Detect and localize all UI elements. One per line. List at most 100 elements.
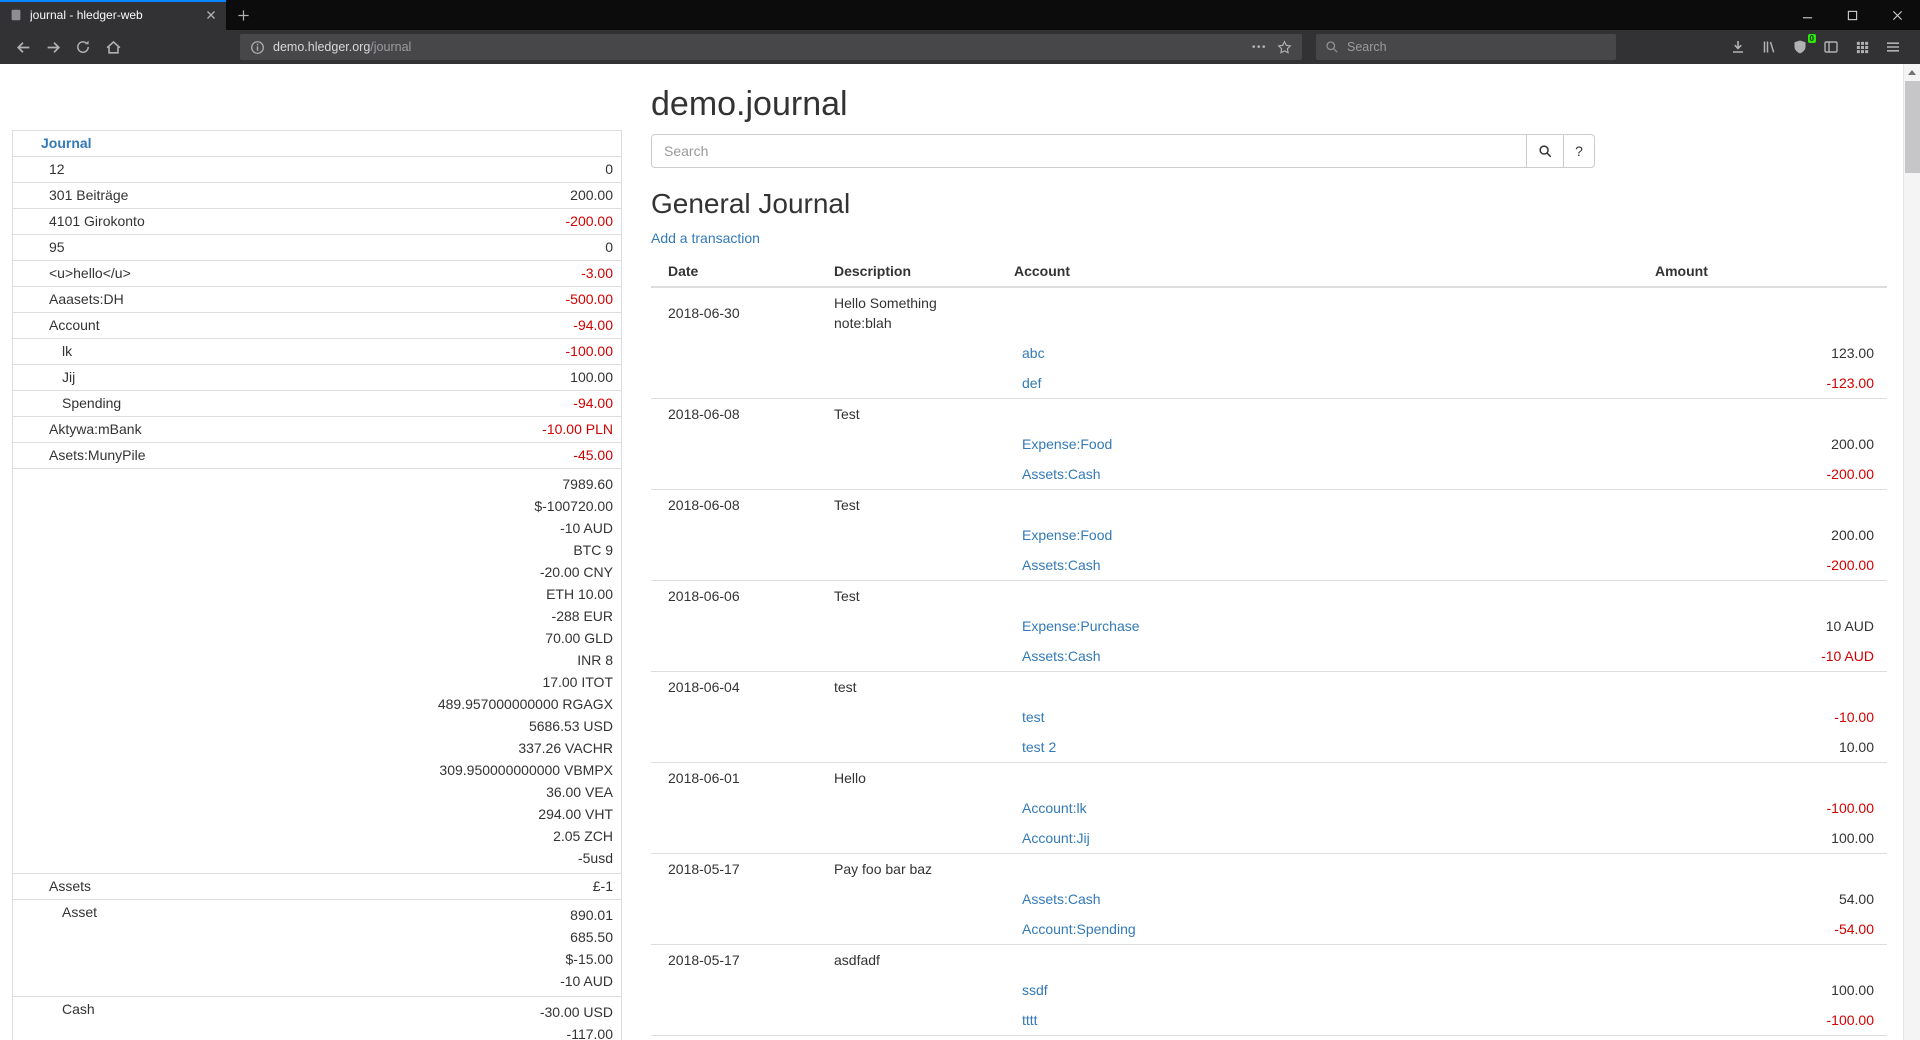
new-tab-button[interactable] (226, 0, 260, 30)
account-link[interactable]: lk (62, 343, 72, 359)
back-button[interactable] (8, 33, 38, 61)
posting-account-link[interactable]: Assets:Cash (1022, 466, 1101, 482)
sidebar-account-row: 12 0 (13, 157, 622, 183)
posting-account-link[interactable]: Expense:Purchase (1022, 618, 1140, 634)
account-balance: 17.00 ITOT (395, 671, 614, 693)
forward-button[interactable] (38, 33, 68, 61)
sidebar-account-row: Account -94.00 (13, 313, 622, 339)
transaction-row: 2018-06-06 Test (651, 581, 1887, 612)
account-balance: -45.00 (395, 447, 614, 464)
account-balance: 685.50 (395, 926, 614, 948)
posting-account-link[interactable]: Account:Jij (1022, 830, 1090, 846)
posting-account-link[interactable]: tttt (1022, 1012, 1038, 1028)
account-link[interactable]: Asset (62, 904, 97, 920)
txn-date: 2018-05-17 (651, 854, 826, 885)
tab-title: journal - hledger-web (30, 8, 198, 22)
account-link[interactable]: Cash (62, 1001, 95, 1017)
scrollbar-thumb[interactable] (1905, 81, 1920, 173)
account-link[interactable]: Account (49, 317, 100, 333)
add-transaction-link[interactable]: Add a transaction (651, 230, 760, 246)
search-help-button[interactable]: ? (1563, 134, 1595, 168)
column-header-amount: Amount (1647, 256, 1887, 287)
browser-tab[interactable]: journal - hledger-web (0, 0, 226, 30)
menu-hamburger-icon[interactable] (1878, 33, 1908, 61)
url-bar[interactable]: demo.hledger.org/journal ••• (240, 34, 1302, 60)
account-balance: -10 AUD (395, 970, 614, 992)
account-balance: -20.00 CNY (395, 561, 614, 583)
posting-account-link[interactable]: Account:Spending (1022, 921, 1136, 937)
account-link[interactable]: Aktywa:mBank (49, 421, 142, 437)
posting-row: abc 123.00 (651, 338, 1887, 368)
reload-button[interactable] (68, 33, 98, 61)
posting-row: Assets:Cash -200.00 (651, 459, 1887, 490)
posting-account-link[interactable]: ssdf (1022, 982, 1048, 998)
account-link[interactable]: 12 (49, 161, 65, 177)
posting-row: test 2 10.00 (651, 732, 1887, 763)
url-path: /journal (370, 40, 411, 54)
account-balances: £-1 (387, 874, 622, 900)
search-icon (1325, 40, 1339, 54)
posting-account-link[interactable]: Assets:Cash (1022, 648, 1101, 664)
posting-account-link[interactable]: abc (1022, 345, 1045, 361)
posting-row: Account:Spending -54.00 (651, 914, 1887, 945)
search-button[interactable] (1526, 134, 1564, 168)
account-link[interactable]: Asets:MunyPile (49, 447, 145, 463)
account-link[interactable]: Assets (49, 878, 91, 894)
sidebar: Journal 12 0 301 Beiträge 200.00 4101 Gi… (12, 130, 622, 1040)
posting-row: Account:Jij 100.00 (651, 823, 1887, 854)
bookmark-star-icon[interactable] (1277, 40, 1292, 55)
account-link[interactable]: Jij (62, 369, 75, 385)
account-balance: 337.26 VACHR (395, 737, 614, 759)
account-link[interactable]: 95 (49, 239, 65, 255)
transaction-row: 2018-05-17 Test (651, 1036, 1887, 1040)
window-minimize-button[interactable] (1785, 0, 1830, 30)
account-balances: 890.01685.50$-15.00-10 AUD (387, 900, 622, 997)
posting-account-link[interactable]: Assets:Cash (1022, 557, 1101, 573)
page-actions-icon[interactable]: ••• (1252, 42, 1267, 53)
search-icon (1538, 144, 1553, 159)
account-link[interactable]: 301 Beiträge (49, 187, 128, 203)
search-input[interactable] (651, 134, 1527, 168)
posting-account-link[interactable]: Account:lk (1022, 800, 1087, 816)
txn-description: Test (826, 581, 1006, 612)
home-button[interactable] (98, 33, 128, 61)
page-scrollbar[interactable] (1903, 64, 1920, 1040)
sidebar-journal-row: Journal (13, 131, 622, 157)
sidebar-journal-link[interactable]: Journal (41, 135, 92, 151)
posting-account-link[interactable]: def (1022, 375, 1041, 391)
account-balance: £-1 (395, 878, 614, 895)
posting-row: Account:lk -100.00 (651, 793, 1887, 823)
account-balances: -500.00 (387, 287, 622, 313)
posting-amount: 54.00 (1647, 884, 1887, 914)
transaction-row: 2018-06-08 Test (651, 490, 1887, 521)
browser-navigation-toolbar: demo.hledger.org/journal ••• Search 0 (0, 30, 1920, 64)
txn-description: Test (826, 1036, 1006, 1040)
scrollbar-up-arrow-icon[interactable] (1904, 64, 1920, 80)
posting-account-link[interactable]: test 2 (1022, 739, 1056, 755)
library-icon[interactable] (1754, 33, 1784, 61)
account-link[interactable]: Aaasets:DH (49, 291, 124, 307)
sidebar-toggle-icon[interactable] (1816, 33, 1846, 61)
tab-close-icon[interactable] (205, 9, 217, 21)
account-link[interactable]: 4101 Girokonto (49, 213, 145, 229)
account-balance: $-100720.00 (395, 495, 614, 517)
grid-apps-icon[interactable] (1847, 33, 1877, 61)
site-info-icon[interactable] (250, 40, 265, 55)
window-maximize-button[interactable] (1830, 0, 1875, 30)
url-text[interactable]: demo.hledger.org/journal (273, 40, 1252, 54)
transaction-row: 2018-06-04 test (651, 672, 1887, 703)
column-header-date: Date (651, 256, 826, 287)
window-close-button[interactable] (1875, 0, 1920, 30)
posting-account-link[interactable]: test (1022, 709, 1045, 725)
posting-account-link[interactable]: Expense:Food (1022, 527, 1112, 543)
txn-date: 2018-06-04 (651, 672, 826, 703)
account-link[interactable]: <u>hello</u> (49, 265, 131, 281)
downloads-icon[interactable] (1723, 33, 1753, 61)
browser-search-bar[interactable]: Search (1316, 34, 1616, 60)
posting-account-link[interactable]: Expense:Food (1022, 436, 1112, 452)
posting-account-link[interactable]: Assets:Cash (1022, 891, 1101, 907)
account-balance: -94.00 (395, 317, 614, 334)
extension-shield-icon[interactable]: 0 (1785, 33, 1815, 61)
account-link[interactable]: Spending (62, 395, 121, 411)
column-header-account: Account (1006, 256, 1647, 287)
